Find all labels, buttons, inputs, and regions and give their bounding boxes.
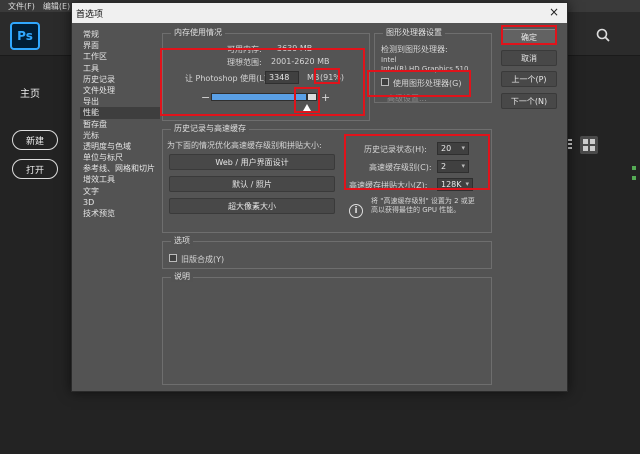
memory-slider-fill[interactable] bbox=[211, 93, 307, 101]
history-states-value: 20 bbox=[441, 144, 452, 153]
category-item[interactable]: 界面 bbox=[80, 40, 160, 51]
legacy-compositing-checkbox[interactable] bbox=[169, 254, 177, 262]
category-item[interactable]: 暂存盘 bbox=[80, 119, 160, 130]
history-states-label: 历史记录状态(H): bbox=[364, 145, 427, 154]
history-cache-title: 历史记录与高速缓存 bbox=[171, 123, 249, 134]
category-item[interactable]: 单位与标尺 bbox=[80, 152, 160, 163]
memory-title: 内存使用情况 bbox=[171, 27, 225, 38]
dialog-title-bar: 首选项 × bbox=[72, 3, 567, 23]
history-cache-panel: 历史记录与高速缓存 为下面的情况优化高速缓存级别和拼贴大小: Web / 用户界… bbox=[162, 123, 492, 233]
gpu-title: 图形处理器设置 bbox=[383, 27, 445, 38]
search-icon[interactable] bbox=[596, 28, 610, 42]
grid-view-icon[interactable] bbox=[580, 136, 598, 154]
category-item[interactable]: 工具 bbox=[80, 63, 160, 74]
info-icon: i bbox=[349, 204, 363, 218]
chevron-down-icon: ▾ bbox=[461, 162, 465, 170]
legacy-compositing-label: 旧版合成(Y) bbox=[181, 255, 225, 264]
memory-input[interactable]: 3348 bbox=[265, 71, 299, 84]
ok-button[interactable]: 确定 bbox=[501, 29, 557, 45]
category-item[interactable]: 文字 bbox=[80, 186, 160, 197]
cache-tile-label: 高速缓存拼贴大小(Z): bbox=[349, 181, 428, 190]
gpu-vendor: Intel bbox=[381, 56, 397, 64]
ideal-label: 理想范围: bbox=[227, 58, 262, 67]
description-panel: 说明 bbox=[162, 271, 492, 385]
menu-file[interactable]: 文件(F) bbox=[8, 1, 35, 12]
slider-minus[interactable]: − bbox=[201, 91, 210, 104]
cache-levels-value: 2 bbox=[441, 162, 447, 171]
memory-percent: (91%) bbox=[320, 73, 345, 82]
cancel-button[interactable]: 取消 bbox=[501, 50, 557, 66]
chevron-down-icon: ▾ bbox=[461, 144, 465, 152]
description-title: 说明 bbox=[171, 271, 193, 282]
ideal-value: 2001-2620 MB bbox=[271, 57, 330, 66]
available-value: 3639 MB bbox=[277, 44, 313, 53]
category-item[interactable]: 光标 bbox=[80, 130, 160, 141]
cache-levels-select[interactable]: 2 ▾ bbox=[437, 160, 469, 173]
use-gpu-checkbox[interactable] bbox=[381, 78, 389, 86]
category-item[interactable]: 增效工具 bbox=[80, 174, 160, 185]
category-item[interactable]: 导出 bbox=[80, 96, 160, 107]
slider-thumb-icon[interactable] bbox=[303, 104, 311, 111]
huge-pixel-button[interactable]: 超大像素大小 bbox=[169, 198, 335, 214]
category-item[interactable]: 透明度与色域 bbox=[80, 141, 160, 152]
available-label: 可用内存: bbox=[227, 45, 262, 54]
category-item[interactable]: 工作区 bbox=[80, 51, 160, 62]
cache-levels-label: 高速缓存级别(C): bbox=[369, 163, 432, 172]
memory-panel: 内存使用情况 可用内存: 3639 MB 理想范围: 2001-2620 MB … bbox=[162, 27, 370, 121]
category-item[interactable]: 文件处理 bbox=[80, 85, 160, 96]
category-item[interactable]: 技术预览 bbox=[80, 208, 160, 219]
gpu-detected-label: 检测到图形处理器: bbox=[381, 45, 448, 54]
options-panel: 选项 旧版合成(Y) bbox=[162, 235, 492, 269]
slider-plus[interactable]: + bbox=[321, 91, 330, 104]
info-text-line2: 高以获得最佳的 GPU 性能。 bbox=[371, 206, 461, 214]
history-states-select[interactable]: 20 ▾ bbox=[437, 142, 469, 155]
memory-unit: MB bbox=[307, 73, 320, 82]
gpu-panel: 图形处理器设置 检测到图形处理器: Intel Intel(R) HD Grap… bbox=[374, 27, 492, 104]
cache-tile-value: 128K bbox=[441, 180, 462, 189]
category-item[interactable]: 历史记录 bbox=[80, 74, 160, 85]
memory-slider-rest[interactable] bbox=[307, 93, 317, 101]
category-item[interactable]: 参考线、网格和切片 bbox=[80, 163, 160, 174]
category-item[interactable]: 3D bbox=[80, 197, 160, 208]
category-item[interactable]: 常规 bbox=[80, 29, 160, 40]
dialog-title: 首选项 bbox=[76, 9, 104, 20]
prev-button[interactable]: 上一个(P) bbox=[501, 71, 557, 87]
optimize-label: 为下面的情况优化高速缓存级别和拼贴大小: bbox=[167, 141, 322, 150]
gpu-advanced-button[interactable]: 高级设置... bbox=[387, 93, 427, 104]
category-list: 常规 界面 工作区 工具 历史记录 文件处理 导出 性能 暂存盘 光标 透明度与… bbox=[80, 29, 160, 387]
preferences-dialog: 首选项 × 常规 界面 工作区 工具 历史记录 文件处理 导出 性能 暂存盘 光… bbox=[71, 2, 568, 392]
chevron-down-icon: ▾ bbox=[465, 180, 469, 188]
next-button[interactable]: 下一个(N) bbox=[501, 93, 557, 109]
gpu-device: Intel(R) HD Graphics 510 bbox=[381, 65, 469, 73]
side-strip bbox=[628, 160, 640, 220]
cache-tile-select[interactable]: 128K ▾ bbox=[437, 178, 473, 191]
default-photo-button[interactable]: 默认 / 照片 bbox=[169, 176, 335, 192]
let-photoshop-label: 让 Photoshop 使用(L): bbox=[185, 74, 270, 83]
use-gpu-label: 使用图形处理器(G) bbox=[393, 79, 462, 88]
web-ui-button[interactable]: Web / 用户界面设计 bbox=[169, 154, 335, 170]
menu-edit[interactable]: 编辑(E) bbox=[43, 1, 70, 12]
category-item-performance[interactable]: 性能 bbox=[80, 107, 160, 119]
ps-logo: Ps bbox=[10, 22, 40, 50]
close-icon[interactable]: × bbox=[547, 5, 561, 19]
open-button[interactable]: 打开 bbox=[12, 159, 58, 179]
new-button[interactable]: 新建 bbox=[12, 130, 58, 150]
home-nav[interactable]: 主页 bbox=[12, 82, 62, 102]
options-title: 选项 bbox=[171, 235, 193, 246]
